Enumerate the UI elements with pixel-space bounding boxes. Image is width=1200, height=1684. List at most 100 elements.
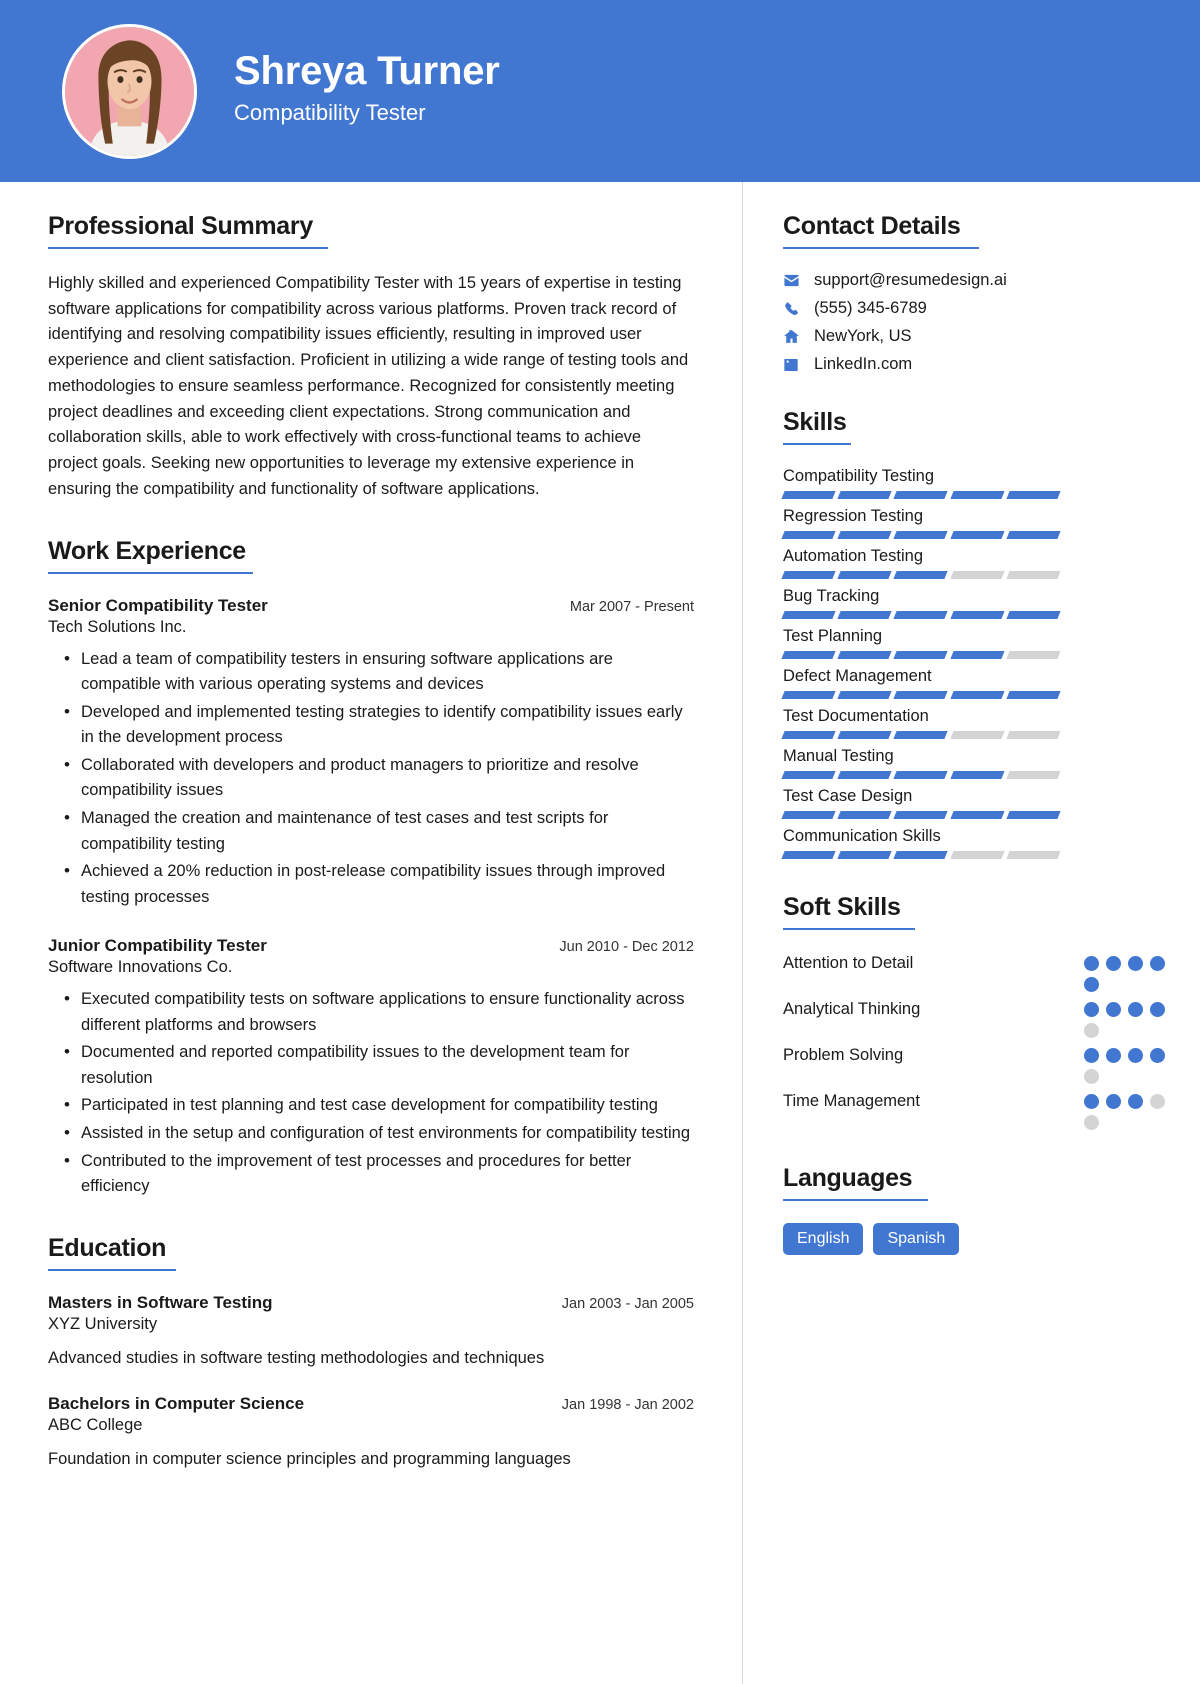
skill-level-bar (781, 851, 1061, 859)
rating-dot (1128, 1094, 1143, 1109)
soft-skill-row: Attention to Detail (783, 952, 1166, 992)
avatar-photo (65, 26, 194, 156)
education-dates: Jan 2003 - Jan 2005 (561, 1295, 694, 1312)
skill-segment (1006, 731, 1061, 739)
job-title: Senior Compatibility Tester (48, 595, 268, 615)
skill-segment (893, 731, 949, 739)
skill-segment (949, 771, 1005, 779)
contact-row[interactable]: LinkedIn.com (783, 355, 1166, 374)
skill-segment (1006, 571, 1061, 579)
skill-segment (893, 691, 949, 699)
rating-dot (1084, 1023, 1099, 1038)
skill-row: Communication Skills (781, 827, 1166, 859)
skill-segment (893, 611, 949, 619)
job-bullet: Developed and implemented testing strate… (48, 699, 694, 751)
rating-dot (1150, 1094, 1165, 1109)
rating-dot (1106, 1048, 1121, 1063)
section-skills: Skills Compatibility Testing Regression T… (781, 408, 1166, 859)
section-work-experience: Work Experience Senior Compatibility Tes… (48, 537, 694, 1200)
rating-dot (1150, 956, 1165, 971)
job-bullet: Participated in test planning and test c… (48, 1093, 694, 1119)
skill-segment (1006, 771, 1061, 779)
skill-level-bar (781, 611, 1061, 619)
skill-label: Test Documentation (783, 707, 929, 725)
rating-dot (1084, 1048, 1099, 1063)
soft-skill-rating (1084, 1090, 1166, 1130)
rating-dot (1150, 1002, 1165, 1017)
skill-segment (1006, 611, 1061, 619)
language-chip[interactable]: Spanish (873, 1223, 960, 1256)
education-header: Bachelors in Computer Science Jan 1998 - … (48, 1394, 694, 1414)
section-soft-skills: Soft Skills Attention to Detail Analytica… (783, 893, 1166, 1130)
section-title-soft-skills: Soft Skills (783, 893, 901, 921)
education-list: Masters in Software Testing Jan 2003 - Ja… (48, 1293, 694, 1473)
section-underline (783, 443, 851, 445)
contact-row[interactable]: (555) 345-6789 (783, 299, 1166, 318)
skill-segment (781, 851, 836, 859)
contact-value: NewYork, US (814, 327, 912, 345)
education-description: Advanced studies in software testing met… (48, 1348, 545, 1367)
contact-row[interactable]: NewYork, US (783, 327, 1166, 346)
skill-segment (949, 491, 1005, 499)
skill-segment (781, 571, 836, 579)
skill-label: Communication Skills (783, 827, 941, 845)
skill-segment (781, 811, 836, 819)
skill-level-bar (781, 651, 1061, 659)
skill-row: Compatibility Testing (781, 467, 1166, 499)
skill-segment (1006, 811, 1061, 819)
skill-label: Manual Testing (783, 747, 894, 765)
skill-segment (1006, 531, 1061, 539)
header-text-block: Shreya Turner Compatibility Tester (234, 49, 500, 132)
skill-segment (781, 491, 836, 499)
skill-segment (949, 811, 1005, 819)
section-underline (48, 247, 328, 249)
envelope-icon (783, 272, 809, 289)
skill-segment (949, 851, 1005, 859)
section-professional-summary: Professional Summary Highly skilled and … (48, 212, 694, 503)
skill-segment (893, 651, 949, 659)
resume-page: Shreya Turner Compatibility Tester Profe… (0, 0, 1200, 1684)
contact-value: (555) 345-6789 (814, 299, 927, 317)
skill-segment (781, 531, 836, 539)
skill-level-bar (781, 571, 1061, 579)
summary-text: Highly skilled and experienced Compatibi… (48, 274, 689, 498)
education-dates: Jan 1998 - Jan 2002 (561, 1397, 694, 1414)
skill-segment (949, 651, 1005, 659)
avatar (62, 23, 197, 159)
skill-segment (893, 771, 949, 779)
skill-segment (893, 531, 949, 539)
skill-segment (837, 851, 893, 859)
skill-segment (837, 811, 893, 819)
soft-skill-row: Time Management (783, 1090, 1166, 1130)
skill-label: Defect Management (783, 667, 932, 685)
contact-value: LinkedIn.com (814, 355, 913, 373)
skill-segment (837, 611, 893, 619)
skill-level-bar (781, 811, 1061, 819)
sidebar-column: Contact Details support@resumedesign.ai (… (743, 182, 1200, 1684)
skill-segment (837, 491, 893, 499)
job-header: Senior Compatibility Tester Mar 2007 - Pr… (48, 596, 694, 616)
rating-dot (1106, 956, 1121, 971)
education-entry: Bachelors in Computer Science Jan 1998 - … (48, 1394, 694, 1472)
language-chip[interactable]: English (783, 1223, 864, 1256)
job-bullet: Lead a team of compatibility testers in … (48, 646, 694, 698)
skill-row: Test Case Design (781, 787, 1166, 819)
section-underline (48, 571, 253, 574)
rating-dot (1084, 1115, 1099, 1130)
contact-row[interactable]: support@resumedesign.ai (783, 271, 1166, 290)
skill-label: Test Planning (783, 627, 883, 645)
section-contact-details: Contact Details support@resumedesign.ai (… (783, 212, 1166, 374)
skill-label: Regression Testing (783, 507, 924, 525)
skill-segment (837, 691, 893, 699)
skill-level-bar (781, 731, 1061, 739)
skill-segment (837, 771, 893, 779)
rating-dot (1150, 1048, 1165, 1063)
skill-label: Test Case Design (783, 787, 913, 805)
skill-segment (893, 811, 949, 819)
section-underline (783, 928, 915, 930)
language-list: English Spanish (783, 1223, 1166, 1256)
skill-segment (781, 771, 836, 779)
rating-dot (1128, 1048, 1143, 1063)
skill-segment (781, 651, 836, 659)
education-header: Masters in Software Testing Jan 2003 - Ja… (48, 1293, 694, 1313)
